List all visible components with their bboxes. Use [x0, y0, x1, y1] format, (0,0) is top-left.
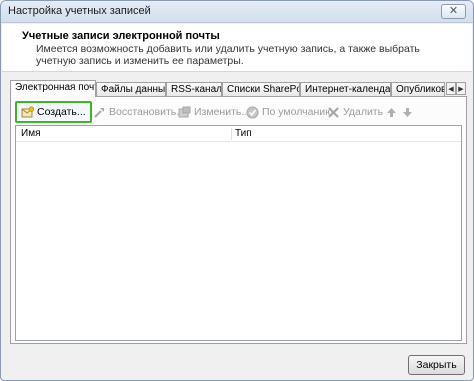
tab-rss-feeds[interactable]: RSS-каналы — [166, 82, 222, 96]
list-header: Имя Тип — [16, 126, 461, 142]
new-account-icon — [21, 105, 35, 119]
move-down-button[interactable] — [401, 103, 417, 121]
restore-button[interactable]: Восстановить... — [93, 103, 185, 121]
change-button[interactable]: Изменить... — [178, 103, 250, 121]
delete-button[interactable]: Удалить — [327, 103, 383, 121]
header-panel: Учетные записи электронной почты Имеется… — [2, 24, 472, 72]
email-tab-panel: Создать... Восстановить... Изменить... П… — [10, 96, 467, 344]
delete-icon — [327, 106, 340, 119]
tab-data-files[interactable]: Файлы данных — [96, 82, 166, 96]
accounts-list[interactable]: Имя Тип — [15, 125, 462, 341]
column-header-type[interactable]: Тип — [235, 128, 252, 139]
restore-label: Восстановить... — [109, 106, 185, 118]
header-description: Имеется возможность добавить или удалить… — [36, 43, 420, 67]
repair-icon — [93, 106, 106, 119]
checkmark-icon — [246, 106, 259, 119]
tab-published-calendars[interactable]: Опубликова — [391, 82, 445, 96]
close-icon: ✕ — [448, 5, 459, 17]
tab-strip: Электронная почта Файлы данных RSS-канал… — [10, 80, 467, 97]
create-label: Создать... — [37, 106, 86, 118]
tab-email[interactable]: Электронная почта — [10, 80, 96, 97]
arrow-left-icon: ◀ — [448, 85, 454, 93]
arrow-down-icon — [401, 106, 414, 119]
set-default-label: По умолчанию — [262, 106, 334, 118]
column-divider[interactable] — [231, 128, 232, 140]
create-account-button[interactable]: Создать... — [15, 101, 92, 123]
account-settings-dialog: Настройка учетных записей ✕ Учетные запи… — [0, 0, 474, 381]
tab-scroll-right[interactable]: ▶ — [456, 82, 466, 95]
title-bar: Настройка учетных записей ✕ — [1, 1, 473, 23]
tab-sharepoint-lists[interactable]: Списки SharePoint — [222, 82, 300, 96]
delete-label: Удалить — [343, 106, 384, 118]
window-title: Настройка учетных записей — [8, 5, 151, 17]
window-close-button[interactable]: ✕ — [441, 4, 466, 19]
move-up-button[interactable] — [385, 103, 401, 121]
header-title: Учетные записи электронной почты — [22, 30, 220, 42]
close-button[interactable]: Закрыть — [408, 355, 465, 375]
tab-scroll-left[interactable]: ◀ — [446, 82, 456, 95]
arrow-up-icon — [385, 106, 398, 119]
change-label[interactable]: Изменить... — [194, 106, 250, 118]
tab-internet-calendars[interactable]: Интернет-календари — [300, 82, 391, 96]
column-header-name[interactable]: Имя — [21, 128, 40, 139]
toolbar: Создать... Восстановить... Изменить... П… — [13, 99, 464, 125]
set-default-button[interactable]: По умолчанию — [246, 103, 333, 121]
arrow-right-icon: ▶ — [458, 85, 464, 93]
change-icon — [178, 106, 191, 119]
